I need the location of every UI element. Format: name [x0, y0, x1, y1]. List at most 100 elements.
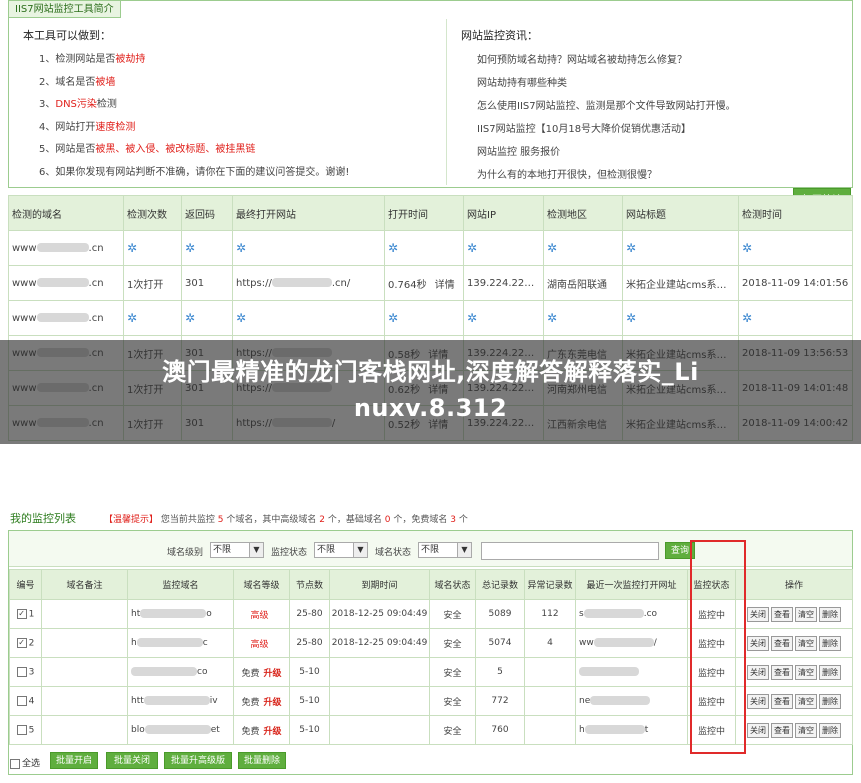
news-list: 网站监控资讯： 如何预防域名劫持？网站域名被劫持怎么修复？ 网站劫持有哪些种类 怎么…	[446, 19, 851, 185]
column-header: 网站标题	[622, 195, 739, 231]
delete-button[interactable]: 删除	[819, 722, 841, 738]
bulk-upgrade-button[interactable]: 批量升高级版	[164, 752, 232, 769]
delete-button[interactable]: 删除	[819, 664, 841, 680]
clear-button[interactable]: 清空	[795, 664, 817, 680]
feature-text: 6、如果你发现有网站判断不准确，请你在下面的建议问答提交。谢谢!	[39, 166, 350, 178]
news-link[interactable]: 如何预防域名劫持？网站域名被劫持怎么修复？	[461, 49, 851, 72]
loading-spinner-icon: ✲	[626, 241, 637, 255]
loading-cell: ✲	[622, 230, 739, 266]
monitor-table: 编号 域名备注 监控域名 域名等级 节点数 到期时间 域名状态 总记录数 异常记录数 最近一次监控…	[9, 569, 853, 745]
clear-button[interactable]: 清空	[795, 722, 817, 738]
close-button[interactable]: 关闭	[747, 606, 769, 622]
bulk-delete-button[interactable]: 批量删除	[238, 752, 286, 769]
row-checkbox[interactable]: ✓	[16, 637, 27, 648]
feature-link[interactable]: 被劫持	[115, 54, 145, 65]
bulk-enable-button[interactable]: 批量开启	[50, 752, 98, 769]
clear-button[interactable]: 清空	[795, 606, 817, 622]
close-button[interactable]: 关闭	[747, 722, 769, 738]
row-checkbox[interactable]	[16, 695, 27, 706]
loading-cell: ✲	[123, 230, 182, 266]
close-button[interactable]: 关闭	[747, 693, 769, 709]
feature-link[interactable]: 速度检测	[95, 122, 135, 133]
view-button[interactable]: 查看	[771, 664, 793, 680]
actions-cell: 关闭 查看 清空 删除	[735, 628, 853, 658]
delete-button[interactable]: 删除	[819, 606, 841, 622]
feature-text: 1、检测网站是否	[39, 54, 116, 65]
upgrade-link[interactable]: 升级	[264, 698, 282, 708]
redacted-block	[140, 609, 207, 618]
news-link[interactable]: 网站劫持有哪些种类	[461, 72, 851, 95]
row-number: 4	[28, 696, 35, 707]
feature-link[interactable]: 被墙	[95, 77, 115, 88]
status-filter-select[interactable]: 不限 ▼	[314, 542, 368, 558]
features-heading: 本工具可以做到：	[23, 29, 111, 42]
open-time-cell: 0.764秒 详情	[384, 265, 464, 301]
news-link[interactable]: 怎么使用IIS7网站监控、监测是那个文件导致网站打开慢。	[461, 95, 851, 118]
row-number-cell: ✓ 1	[9, 599, 42, 629]
intro-tab-title[interactable]: IIS7网站监控工具简介	[9, 1, 121, 18]
delete-button[interactable]: 删除	[819, 693, 841, 709]
row-checkbox[interactable]: ✓	[16, 608, 27, 619]
feature-link[interactable]: 被黑、被入侵、被改标题、被挂黑链	[95, 144, 255, 155]
abnormal-records-cell[interactable]	[524, 686, 576, 716]
view-button[interactable]: 查看	[771, 635, 793, 651]
search-input[interactable]	[481, 542, 659, 560]
delete-button[interactable]: 删除	[819, 635, 841, 651]
abnormal-records-cell[interactable]: 4	[524, 628, 576, 658]
redacted-block	[584, 725, 645, 734]
monitor-status-cell: 监控中	[687, 686, 736, 716]
column-header: 监控状态	[687, 569, 736, 600]
column-header: 最近一次监控打开网址	[575, 569, 688, 600]
bulk-disable-button[interactable]: 批量关闭	[106, 752, 158, 769]
row-checkbox[interactable]	[16, 724, 27, 735]
domain-suffix: o	[206, 609, 212, 619]
domain-prefix: www	[12, 242, 37, 254]
expire-cell: 2018-12-25 09:04:49	[329, 628, 430, 658]
redacted-block	[131, 667, 197, 676]
loading-spinner-icon: ✲	[626, 311, 637, 325]
column-header: 检测时间	[738, 195, 853, 231]
row-checkbox[interactable]	[16, 666, 27, 677]
url-suffix: .co	[643, 609, 658, 619]
domain-status-cell: 安全	[429, 715, 476, 745]
monitor-status-cell: 监控中	[687, 628, 736, 658]
view-button[interactable]: 查看	[771, 693, 793, 709]
loading-spinner-icon: ✲	[742, 311, 753, 325]
abnormal-records-cell[interactable]	[524, 715, 576, 745]
nodes-cell: 25-80	[289, 599, 330, 629]
domain-prefix: ht	[131, 609, 141, 619]
loading-spinner-icon: ✲	[547, 311, 558, 325]
level-filter-select[interactable]: 不限 ▼	[210, 542, 264, 558]
view-button[interactable]: 查看	[771, 722, 793, 738]
feature-link[interactable]: DNS污染	[55, 99, 97, 110]
news-link[interactable]: IIS7网站监控【10月18号大降价促销优惠活动】	[461, 118, 851, 141]
loading-cell: ✲	[123, 300, 182, 336]
upgrade-link[interactable]: 升级	[264, 727, 282, 737]
checked-time-cell: 2018-11-09 14:01:56	[738, 265, 853, 301]
loading-cell: ✲	[543, 230, 623, 266]
upgrade-link[interactable]: 升级	[264, 669, 282, 679]
column-header: 异常记录数	[524, 569, 576, 600]
select-all-checkbox[interactable]: 全选	[10, 756, 40, 769]
abnormal-records-cell[interactable]: 112	[524, 599, 576, 629]
close-button[interactable]: 关闭	[747, 635, 769, 651]
row-number-cell: 4	[9, 686, 42, 716]
clear-button[interactable]: 清空	[795, 693, 817, 709]
close-button[interactable]: 关闭	[747, 664, 769, 680]
last-url-cell: s .co	[575, 599, 688, 629]
abnormal-records-cell[interactable]	[524, 657, 576, 687]
news-link[interactable]: 网站监控 服务报价	[461, 141, 851, 164]
clear-button[interactable]: 清空	[795, 635, 817, 651]
search-button[interactable]: 查询	[665, 542, 695, 559]
news-link[interactable]: 为什么有的本地打开很快，但检测很慢？	[461, 164, 851, 187]
column-header: 到期时间	[329, 569, 430, 600]
view-button[interactable]: 查看	[771, 606, 793, 622]
detail-link[interactable]: 详情	[435, 280, 455, 291]
overlay-banner: 澳门最精准的龙门客栈网址,深度解答解释落实_Li nuxv.8.312	[0, 340, 861, 444]
loading-cell: ✲	[384, 230, 464, 266]
domain-status-filter-select[interactable]: 不限 ▼	[418, 542, 472, 558]
level-text: 免费	[241, 697, 260, 708]
domain-status-cell: 安全	[429, 657, 476, 687]
monitor-domain-cell: blo et	[127, 715, 234, 745]
remark-cell	[41, 715, 128, 745]
